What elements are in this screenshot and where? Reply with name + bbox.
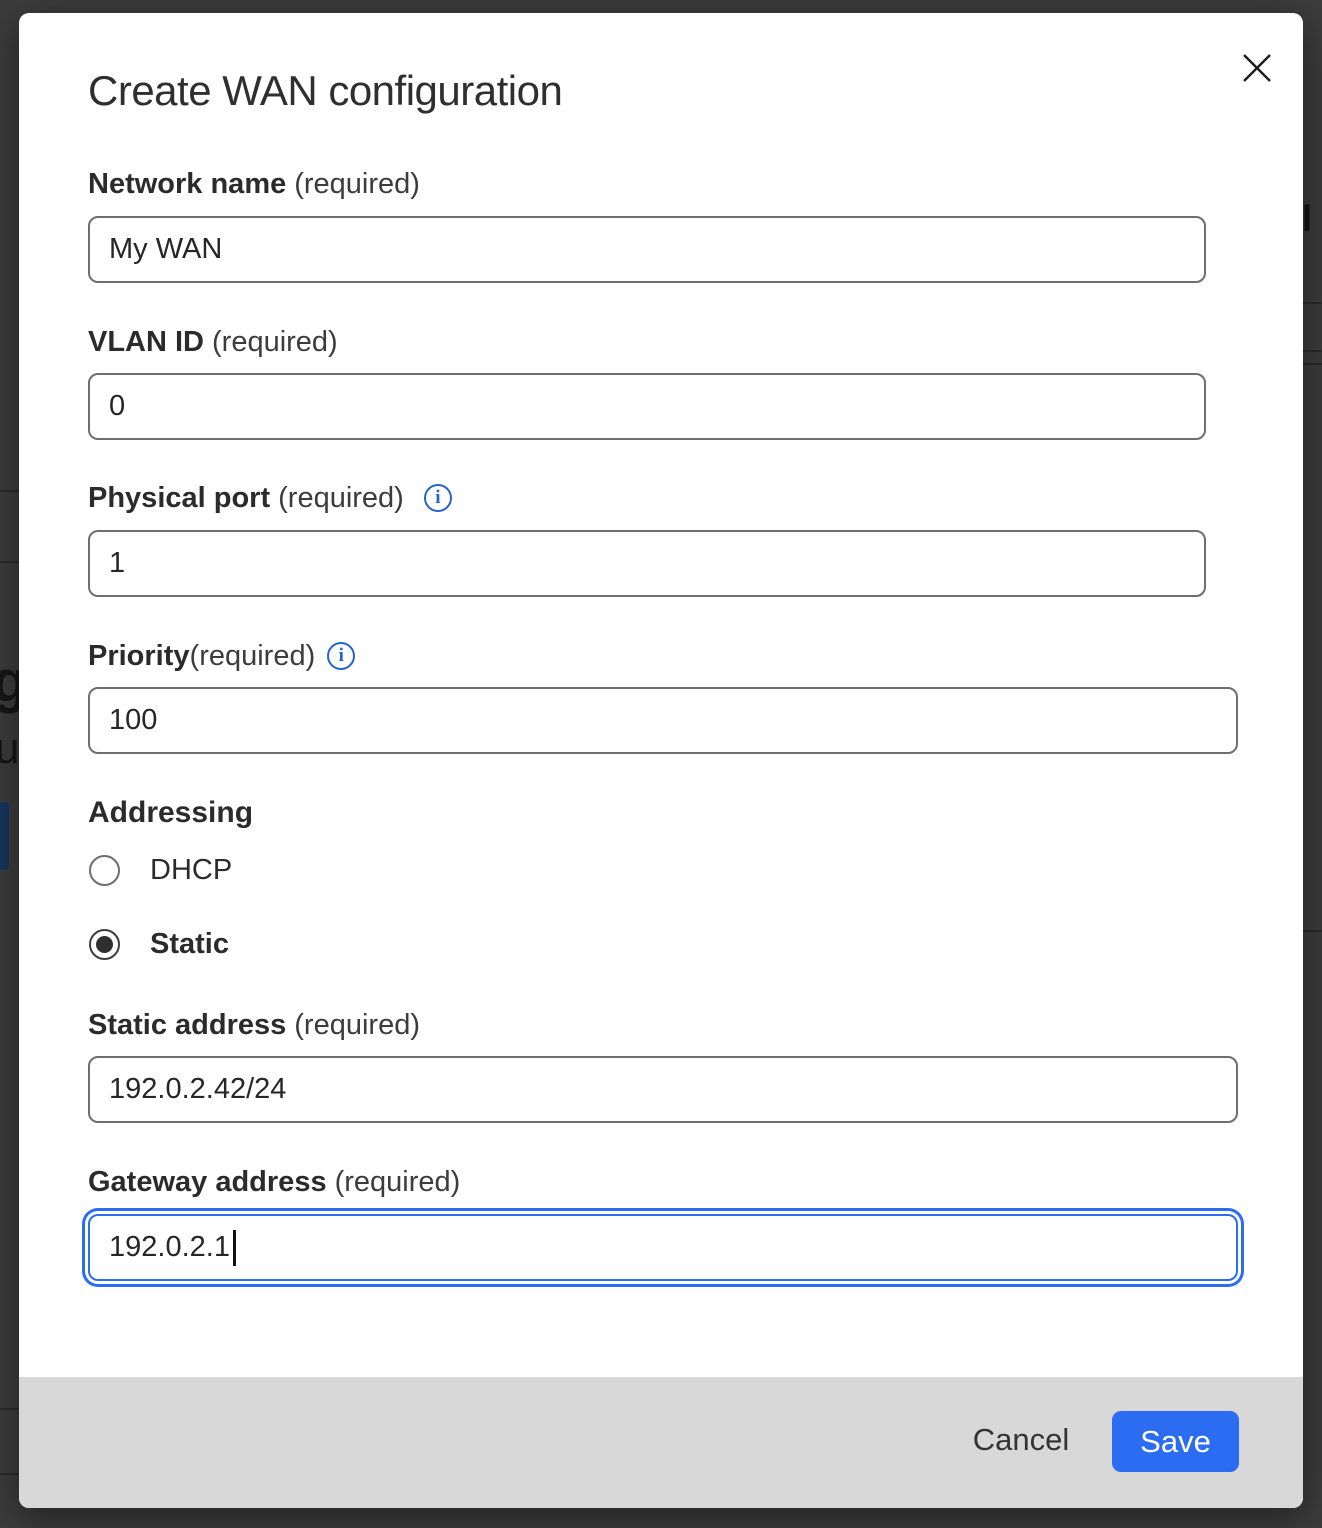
field-label: Gateway address xyxy=(88,1166,327,1198)
field-label: Physical port xyxy=(88,482,270,514)
field-label: Network name xyxy=(88,168,286,200)
field-label: Priority xyxy=(88,640,190,672)
field-label: Static address xyxy=(88,1009,286,1041)
dialog-title: Create WAN configuration xyxy=(88,67,562,115)
required-note: (required) xyxy=(335,1166,461,1198)
create-wan-configuration-dialog: Create WAN configuration Network name (r… xyxy=(19,13,1303,1508)
background-table-line xyxy=(0,1408,19,1410)
info-icon[interactable]: i xyxy=(327,642,355,670)
close-icon xyxy=(1242,53,1272,86)
close-button[interactable] xyxy=(1233,45,1281,93)
input-value: My WAN xyxy=(109,233,222,266)
save-button[interactable]: Save xyxy=(1112,1411,1239,1472)
addressing-radio-dhcp[interactable]: DHCP xyxy=(89,854,232,887)
static-address-input[interactable]: 192.0.2.42/24 xyxy=(88,1056,1238,1123)
static-address-label: Static address (required) xyxy=(88,1009,420,1041)
background-table-line xyxy=(0,490,19,492)
input-value: 0 xyxy=(109,390,125,423)
background-table-line xyxy=(1303,302,1322,304)
vlan-id-input[interactable]: 0 xyxy=(88,373,1206,440)
info-icon[interactable]: i xyxy=(424,484,452,512)
required-note: (required) xyxy=(190,640,316,672)
screen: g u t l t Create WAN configuration Netwo… xyxy=(0,0,1322,1528)
addressing-heading: Addressing xyxy=(88,796,253,830)
required-note: (required) xyxy=(294,1009,420,1041)
vlan-id-label: VLAN ID (required) xyxy=(88,326,338,358)
dialog-footer xyxy=(19,1377,1303,1508)
addressing-radio-static[interactable]: Static xyxy=(89,928,229,961)
input-value: 192.0.2.42/24 xyxy=(109,1073,286,1106)
network-name-input[interactable]: My WAN xyxy=(88,216,1206,283)
background-table-line xyxy=(0,561,19,563)
background-table-line xyxy=(1303,930,1322,932)
radio-label: DHCP xyxy=(150,854,232,887)
field-label: VLAN ID xyxy=(88,326,204,358)
gateway-address-label: Gateway address (required) xyxy=(88,1166,460,1198)
physical-port-label: Physical port (required) i xyxy=(88,482,452,514)
network-name-label: Network name (required) xyxy=(88,168,420,200)
radio-label: Static xyxy=(150,928,229,961)
cancel-button[interactable]: Cancel xyxy=(939,1407,1103,1473)
input-value: 192.0.2.1 xyxy=(109,1231,230,1264)
input-value: 1 xyxy=(109,547,125,580)
background-table-line xyxy=(1303,363,1322,365)
background-blue-button-fragment xyxy=(0,802,9,870)
required-note: (required) xyxy=(278,482,404,514)
input-value: 100 xyxy=(109,704,157,737)
physical-port-input[interactable]: 1 xyxy=(88,530,1206,597)
priority-input[interactable]: 100 xyxy=(88,687,1238,754)
radio-icon xyxy=(89,929,120,960)
gateway-address-input[interactable]: 192.0.2.1 xyxy=(88,1214,1238,1281)
background-table-line xyxy=(0,1473,19,1475)
radio-icon xyxy=(89,855,120,886)
background-text-fragment: u xyxy=(0,724,19,774)
priority-label: Priority (required) i xyxy=(88,640,355,672)
text-cursor xyxy=(233,1230,236,1266)
required-note: (required) xyxy=(212,326,338,358)
background-table-line xyxy=(1303,350,1322,352)
required-note: (required) xyxy=(294,168,420,200)
